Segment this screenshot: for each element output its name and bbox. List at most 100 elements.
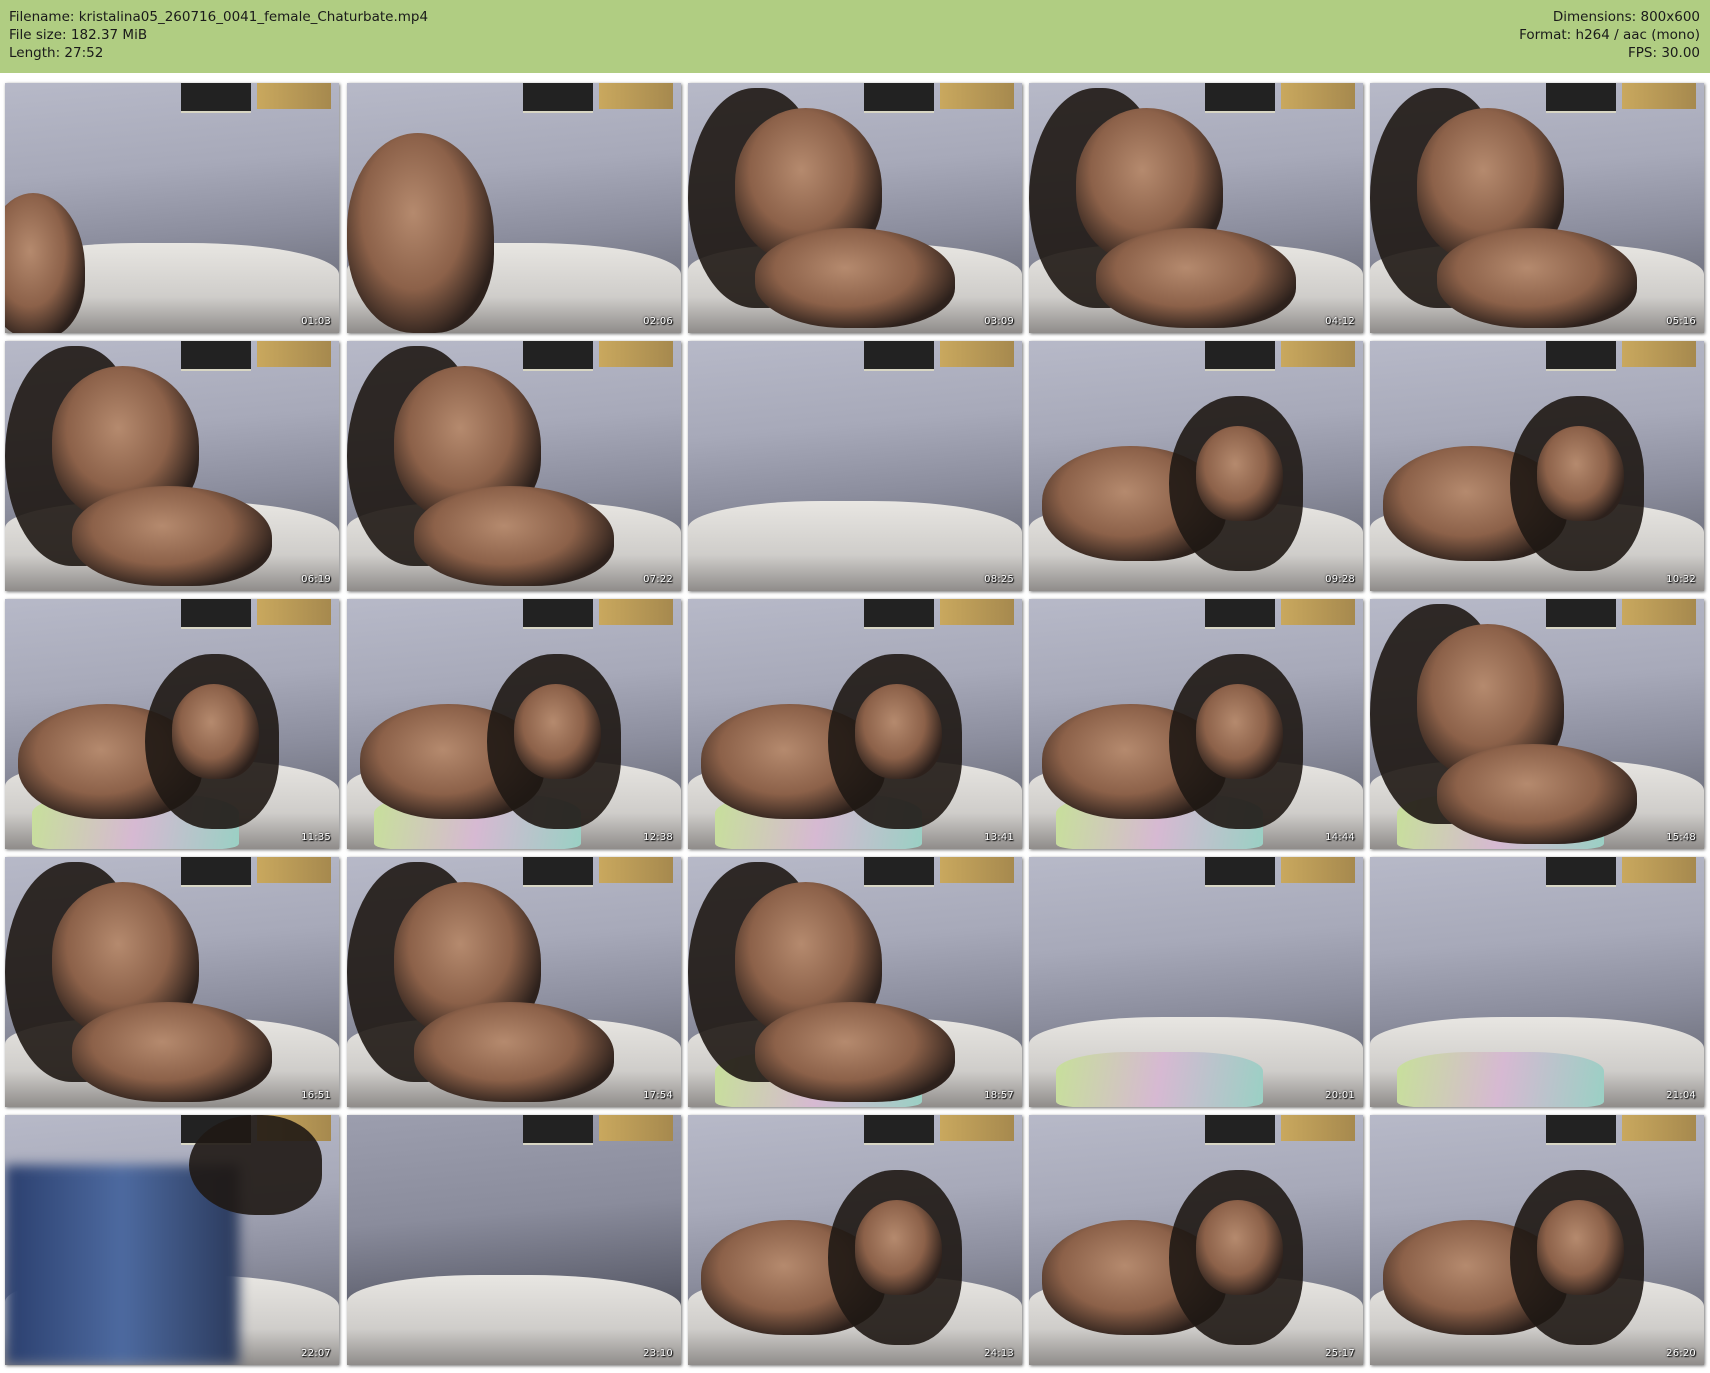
thumbnail-timestamp: 14:44 (1325, 832, 1355, 843)
video-thumbnail[interactable]: 08:25 (688, 341, 1022, 591)
wall-picture-gold (1281, 1115, 1355, 1141)
wall-picture-gold (940, 83, 1014, 109)
video-thumbnail[interactable]: 14:44 (1029, 599, 1363, 849)
wall-picture-dark (523, 599, 593, 629)
wall-picture-dark (1546, 857, 1616, 887)
thumbnail-shoulders (413, 1002, 615, 1102)
wall-picture-gold (599, 599, 673, 625)
thumbnail-timestamp: 16:51 (301, 1090, 331, 1101)
thumbnail-shoulders (1436, 744, 1638, 844)
video-thumbnail[interactable]: 07:22 (347, 341, 681, 591)
wall-picture-dark (523, 1115, 593, 1145)
wall-picture-gold (1622, 83, 1696, 109)
video-thumbnail[interactable]: 05:16 (1370, 83, 1704, 333)
wall-picture-gold (1281, 857, 1355, 883)
video-thumbnail[interactable]: 16:51 (5, 857, 339, 1107)
video-thumbnail[interactable]: 12:38 (347, 599, 681, 849)
wall-picture-gold (940, 1115, 1014, 1141)
thumbnail-timestamp: 08:25 (984, 574, 1014, 585)
wall-picture-dark (1205, 83, 1275, 113)
wall-picture-dark (864, 83, 934, 113)
thumbnail-person (855, 1200, 942, 1295)
thumbnail-person (514, 684, 601, 779)
wall-picture-dark (523, 857, 593, 887)
video-thumbnail[interactable]: 25:17 (1029, 1115, 1363, 1365)
video-thumbnail[interactable]: 21:04 (1370, 857, 1704, 1107)
thumbnail-shoulders (754, 1002, 956, 1102)
thumbnail-timestamp: 25:17 (1325, 1348, 1355, 1359)
thumbnail-timestamp: 21:04 (1666, 1090, 1696, 1101)
video-thumbnail[interactable]: 15:48 (1370, 599, 1704, 849)
thumbnail-bed (688, 501, 1022, 591)
wall-picture-dark (864, 857, 934, 887)
thumbnail-timestamp: 01:03 (301, 316, 331, 327)
thumbnail-timestamp: 11:35 (301, 832, 331, 843)
video-thumbnail[interactable]: 26:20 (1370, 1115, 1704, 1365)
wall-picture-dark (523, 83, 593, 113)
wall-picture-dark (1205, 599, 1275, 629)
video-thumbnail[interactable]: 23:10 (347, 1115, 681, 1365)
video-thumbnail[interactable]: 20:01 (1029, 857, 1363, 1107)
wall-picture-dark (1205, 1115, 1275, 1145)
wall-picture-dark (864, 341, 934, 371)
thumbnail-person (1196, 426, 1283, 521)
video-thumbnail[interactable]: 22:07 (5, 1115, 339, 1365)
wall-picture-gold (940, 599, 1014, 625)
video-thumbnail[interactable]: 03:09 (688, 83, 1022, 333)
thumbnail-timestamp: 02:06 (643, 316, 673, 327)
thumbnail-shoulders (413, 486, 615, 586)
wall-picture-dark (1546, 1115, 1616, 1145)
wall-picture-gold (940, 341, 1014, 367)
thumbnail-timestamp: 06:19 (301, 574, 331, 585)
wall-picture-dark (523, 341, 593, 371)
video-thumbnail[interactable]: 10:32 (1370, 341, 1704, 591)
video-thumbnail[interactable]: 13:41 (688, 599, 1022, 849)
wall-picture-gold (940, 857, 1014, 883)
thumbnail-person (1537, 426, 1624, 521)
thumbnail-grid: 01:03 02:06 03:09 04:12 05:16 06:19 07:22 08:25… (0, 0, 1710, 1373)
wall-picture-gold (1622, 341, 1696, 367)
wall-picture-dark (1205, 341, 1275, 371)
wall-picture-gold (1281, 83, 1355, 109)
thumbnail-timestamp: 26:20 (1666, 1348, 1696, 1359)
thumbnail-timestamp: 04:12 (1325, 316, 1355, 327)
video-thumbnail[interactable]: 01:03 (5, 83, 339, 333)
thumbnail-timestamp: 13:41 (984, 832, 1014, 843)
thumbnail-timestamp: 20:01 (1325, 1090, 1355, 1101)
thumbnail-shoulders (71, 1002, 273, 1102)
wall-picture-dark (181, 341, 251, 371)
thumbnail-timestamp: 18:57 (984, 1090, 1014, 1101)
thumbnail-timestamp: 10:32 (1666, 574, 1696, 585)
thumbnail-timestamp: 12:38 (643, 832, 673, 843)
wall-picture-gold (599, 83, 673, 109)
wall-picture-dark (181, 83, 251, 113)
video-thumbnail[interactable]: 02:06 (347, 83, 681, 333)
wall-picture-gold (257, 599, 331, 625)
video-thumbnail[interactable]: 06:19 (5, 341, 339, 591)
thumbnail-timestamp: 15:48 (1666, 832, 1696, 843)
thumbnail-timestamp: 17:54 (643, 1090, 673, 1101)
thumbnail-person (172, 684, 259, 779)
wall-picture-dark (1546, 83, 1616, 113)
wall-picture-gold (257, 341, 331, 367)
wall-picture-gold (1622, 599, 1696, 625)
wall-picture-gold (599, 1115, 673, 1141)
wall-picture-dark (1205, 857, 1275, 887)
wall-picture-dark (1546, 599, 1616, 629)
thumbnail-shoulders (1436, 228, 1638, 328)
wall-picture-gold (257, 857, 331, 883)
video-thumbnail[interactable]: 04:12 (1029, 83, 1363, 333)
video-thumbnail[interactable]: 11:35 (5, 599, 339, 849)
wall-picture-gold (1622, 1115, 1696, 1141)
thumbnail-timestamp: 23:10 (643, 1348, 673, 1359)
video-thumbnail[interactable]: 24:13 (688, 1115, 1022, 1365)
thumbnail-shoulders (754, 228, 956, 328)
thumbnail-person (347, 133, 494, 333)
thumbnail-timestamp: 05:16 (1666, 316, 1696, 327)
thumbnail-person (1196, 684, 1283, 779)
wall-picture-dark (864, 599, 934, 629)
video-thumbnail[interactable]: 17:54 (347, 857, 681, 1107)
video-thumbnail[interactable]: 18:57 (688, 857, 1022, 1107)
video-thumbnail[interactable]: 09:28 (1029, 341, 1363, 591)
wall-picture-dark (1546, 341, 1616, 371)
